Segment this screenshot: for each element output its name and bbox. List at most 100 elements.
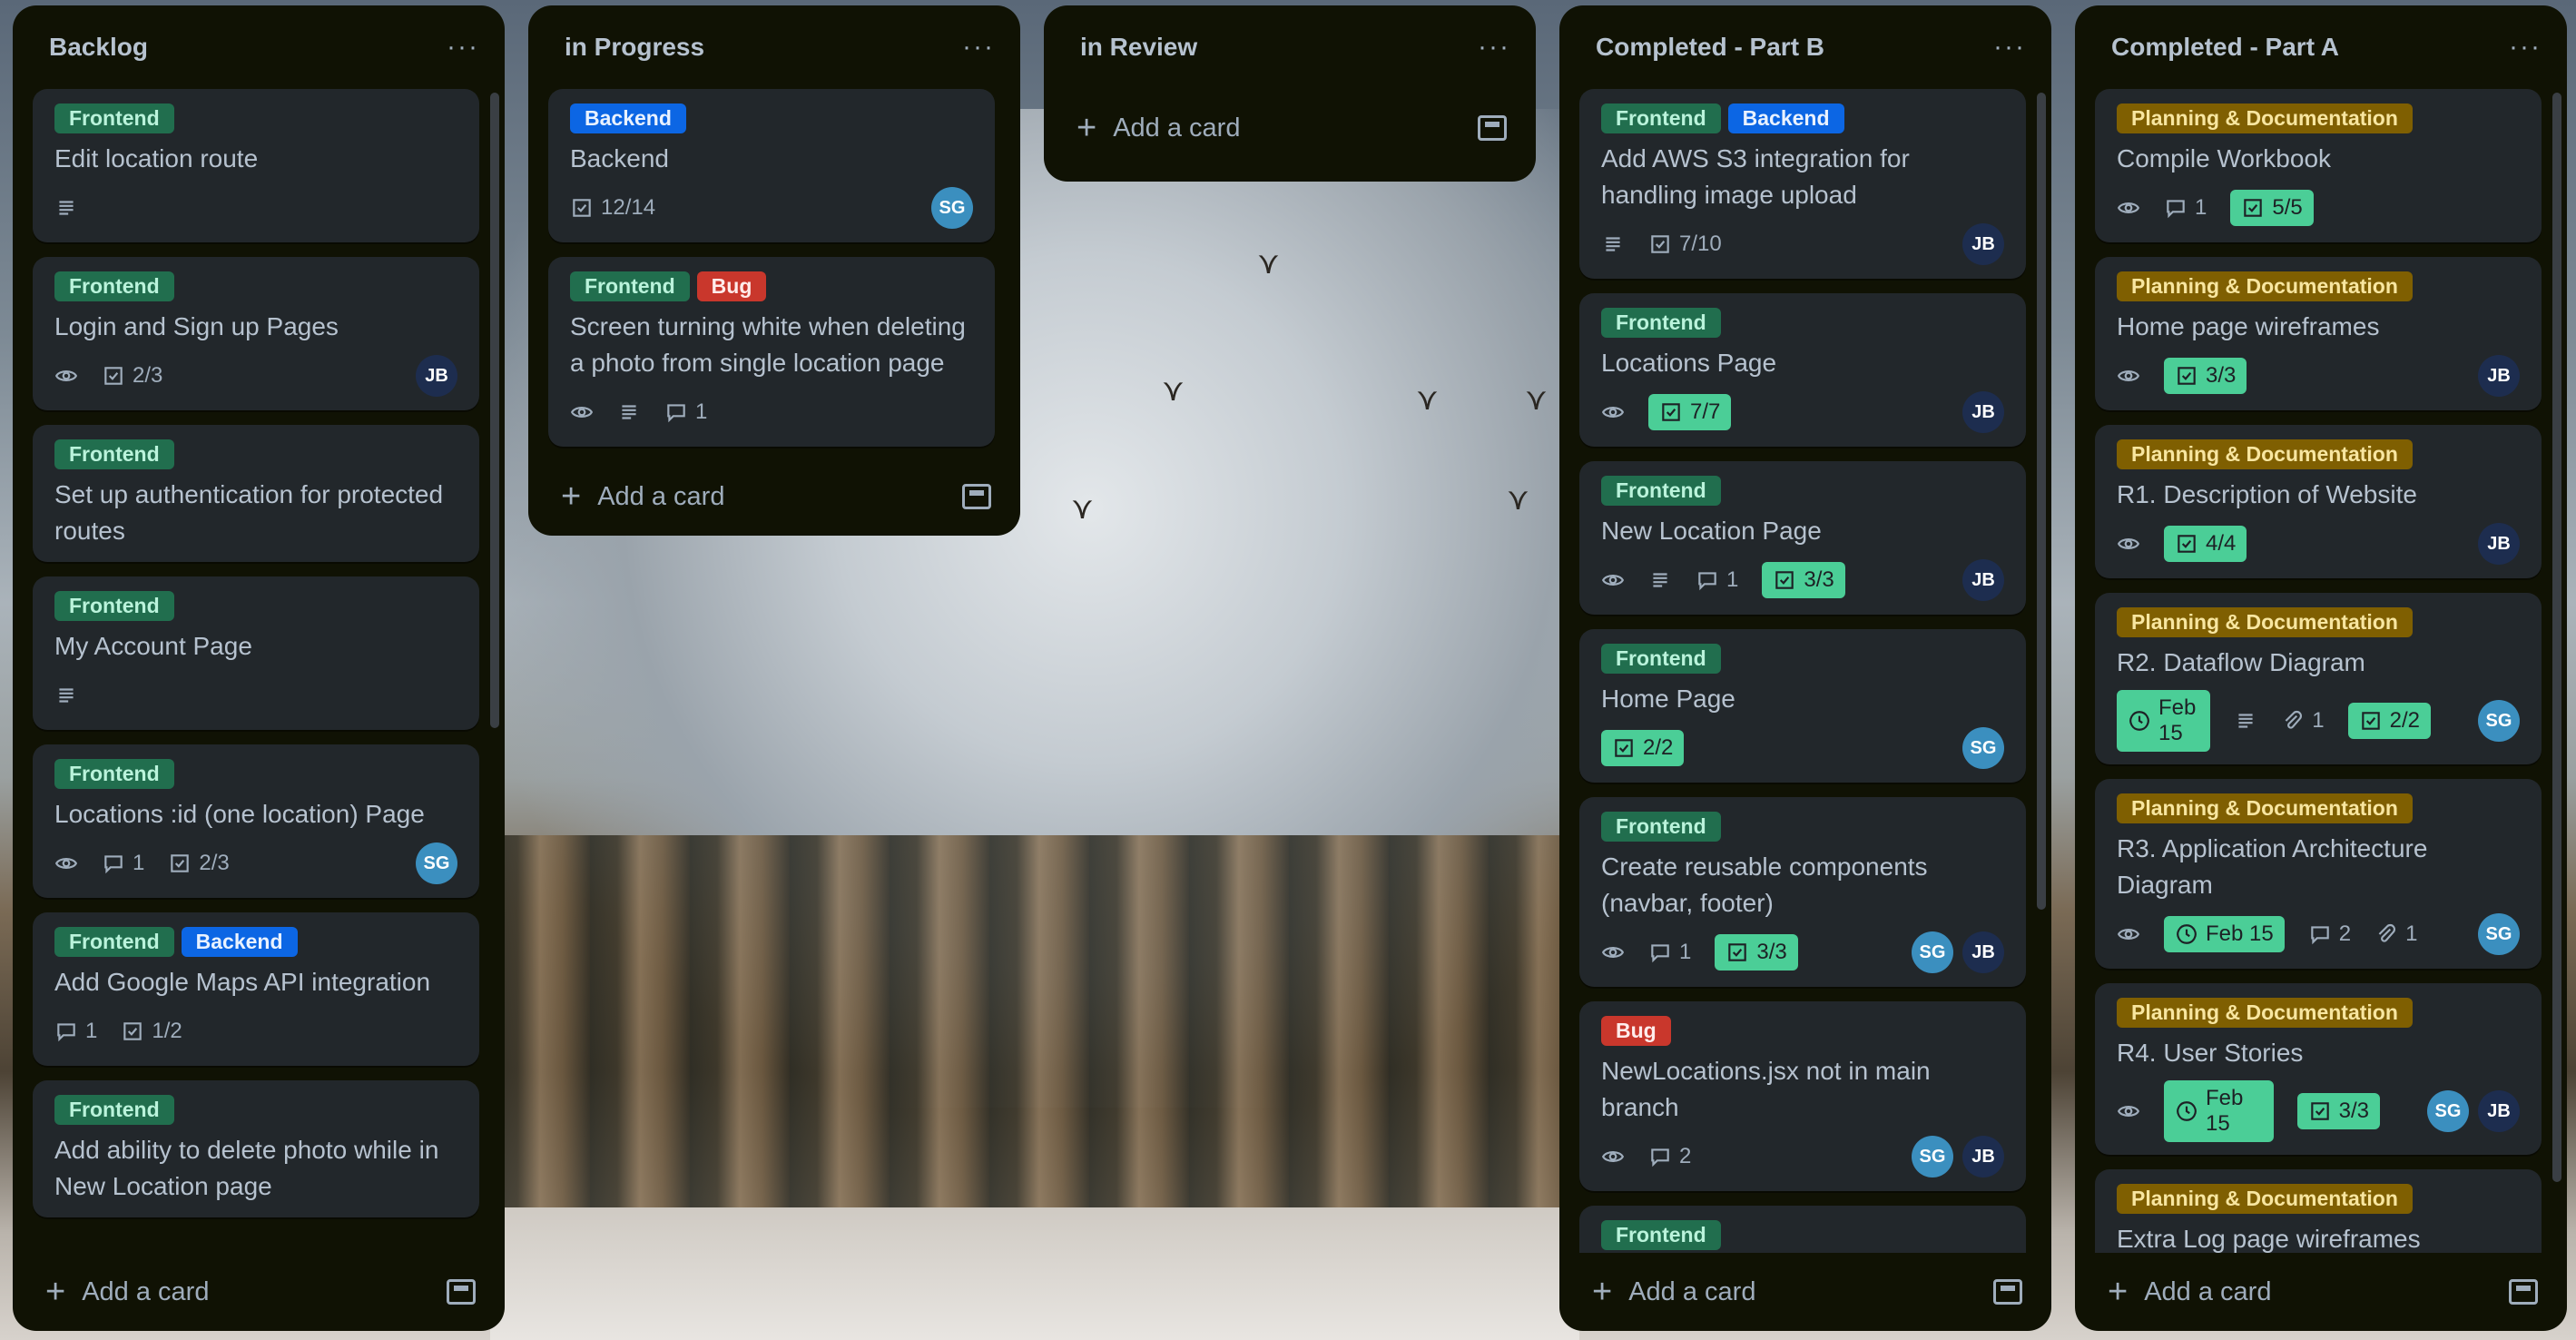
avatar[interactable]: JB — [1962, 1136, 2004, 1177]
label-backend[interactable]: Backend — [1727, 103, 1844, 133]
card[interactable]: Planning & Documentation Extra Log page w… — [2095, 1169, 2542, 1253]
avatar[interactable]: JB — [2478, 523, 2520, 565]
avatar[interactable]: JB — [1962, 391, 2004, 433]
card[interactable]: Frontend — [1579, 1206, 2026, 1253]
card-title: Home Page — [1601, 685, 1735, 713]
checklist-badge: 2/3 — [102, 363, 162, 389]
card[interactable]: Frontend Set up authentication for protec… — [33, 425, 479, 562]
avatar[interactable]: SG — [416, 842, 457, 884]
add-card-button[interactable]: + Add a card — [528, 458, 1020, 536]
card[interactable]: Frontend Add ability to delete photo whil… — [33, 1080, 479, 1217]
comments-badge-count: 1 — [1679, 940, 1692, 964]
list-title[interactable]: Backlog — [49, 33, 148, 62]
avatar[interactable]: JB — [1962, 223, 2004, 265]
card[interactable]: Planning & Documentation Compile Workbook… — [2095, 89, 2542, 242]
label-planning-documentation[interactable]: Planning & Documentation — [2117, 1184, 2413, 1214]
avatar[interactable]: JB — [1962, 559, 2004, 601]
label-planning-documentation[interactable]: Planning & Documentation — [2117, 439, 2413, 469]
label-planning-documentation[interactable]: Planning & Documentation — [2117, 793, 2413, 823]
avatar[interactable]: SG — [1962, 727, 2004, 769]
card[interactable]: Backend Backend 12/14 SG — [548, 89, 995, 242]
ellipsis-icon[interactable]: ··· — [962, 32, 995, 63]
add-card-button[interactable]: + Add a card — [1044, 89, 1536, 167]
label-backend[interactable]: Backend — [570, 103, 686, 133]
list-title[interactable]: Completed - Part B — [1596, 33, 1824, 62]
card[interactable]: Frontend Create reusable components (navb… — [1579, 797, 2026, 987]
label-planning-documentation[interactable]: Planning & Documentation — [2117, 998, 2413, 1028]
ellipsis-icon[interactable]: ··· — [447, 32, 479, 63]
card[interactable]: Frontend Backend Add AWS S3 integration fo… — [1579, 89, 2026, 279]
label-frontend[interactable]: Frontend — [570, 271, 690, 301]
add-card-button[interactable]: + Add a card — [13, 1253, 505, 1331]
list-scrollbar[interactable] — [2552, 93, 2561, 1182]
card[interactable]: Frontend Locations :id (one location) Pag… — [33, 744, 479, 898]
card[interactable]: Planning & Documentation R3. Application … — [2095, 779, 2542, 969]
template-icon[interactable] — [1478, 115, 1507, 141]
card[interactable]: Planning & Documentation R1. Description … — [2095, 425, 2542, 578]
avatar[interactable]: JB — [416, 355, 457, 397]
card[interactable]: Bug NewLocations.jsx not in main branch 2 S… — [1579, 1001, 2026, 1191]
label-frontend[interactable]: Frontend — [54, 591, 174, 621]
ellipsis-icon[interactable]: ··· — [2509, 32, 2542, 63]
watch-badge — [1601, 568, 1625, 592]
template-icon[interactable] — [962, 484, 991, 509]
card[interactable]: Frontend My Account Page — [33, 576, 479, 730]
list-scrollbar[interactable] — [490, 93, 499, 728]
template-icon[interactable] — [447, 1279, 476, 1305]
label-frontend[interactable]: Frontend — [54, 759, 174, 789]
avatar[interactable]: SG — [2427, 1090, 2469, 1132]
label-planning-documentation[interactable]: Planning & Documentation — [2117, 607, 2413, 637]
label-frontend[interactable]: Frontend — [1601, 308, 1721, 338]
list-title[interactable]: in Progress — [565, 33, 704, 62]
avatar[interactable]: JB — [2478, 355, 2520, 397]
avatar[interactable]: SG — [1912, 931, 1953, 973]
card[interactable]: Planning & Documentation Home page wirefr… — [2095, 257, 2542, 410]
card[interactable]: Frontend Edit location route — [33, 89, 479, 242]
card[interactable]: Frontend Login and Sign up Pages 2/3 JB — [33, 257, 479, 410]
card[interactable]: Planning & Documentation R2. Dataflow Dia… — [2095, 593, 2542, 764]
label-bug[interactable]: Bug — [696, 271, 767, 301]
label-frontend[interactable]: Frontend — [1601, 476, 1721, 506]
avatar[interactable]: SG — [2478, 913, 2520, 955]
card-title: Edit location route — [54, 144, 259, 172]
label-frontend[interactable]: Frontend — [1601, 103, 1721, 133]
avatar[interactable]: SG — [1912, 1136, 1953, 1177]
avatar[interactable]: SG — [2478, 700, 2520, 742]
label-frontend[interactable]: Frontend — [54, 103, 174, 133]
label-backend[interactable]: Backend — [181, 927, 298, 957]
list-scrollbar[interactable] — [2037, 93, 2046, 910]
card-badges: 7/7 JB — [1601, 390, 2004, 434]
avatar[interactable]: JB — [2478, 1090, 2520, 1132]
label-frontend[interactable]: Frontend — [54, 271, 174, 301]
checklist-icon — [1773, 568, 1796, 592]
comments-badge: 1 — [2164, 195, 2207, 221]
card-badges: Feb 15 3/3 SG JB — [2117, 1080, 2520, 1142]
add-card-button[interactable]: + Add a card — [2075, 1253, 2567, 1331]
list-title[interactable]: in Review — [1080, 33, 1197, 62]
label-frontend[interactable]: Frontend — [1601, 644, 1721, 674]
add-card-button[interactable]: + Add a card — [1559, 1253, 2051, 1331]
comment-icon — [1648, 941, 1672, 964]
avatar[interactable]: JB — [1962, 931, 2004, 973]
template-icon[interactable] — [1993, 1279, 2022, 1305]
avatar[interactable]: SG — [931, 187, 973, 229]
label-frontend[interactable]: Frontend — [54, 439, 174, 469]
template-icon[interactable] — [2509, 1279, 2538, 1305]
label-frontend[interactable]: Frontend — [1601, 1220, 1721, 1250]
label-bug[interactable]: Bug — [1601, 1016, 1671, 1046]
label-frontend[interactable]: Frontend — [54, 927, 174, 957]
label-frontend[interactable]: Frontend — [1601, 812, 1721, 842]
ellipsis-icon[interactable]: ··· — [1993, 32, 2026, 63]
plus-icon: + — [561, 477, 582, 516]
list-title[interactable]: Completed - Part A — [2111, 33, 2339, 62]
card[interactable]: Frontend New Location Page 1 3/3 JB — [1579, 461, 2026, 615]
card[interactable]: Frontend Bug Screen turning white when del… — [548, 257, 995, 447]
label-frontend[interactable]: Frontend — [54, 1095, 174, 1125]
label-planning-documentation[interactable]: Planning & Documentation — [2117, 271, 2413, 301]
label-planning-documentation[interactable]: Planning & Documentation — [2117, 103, 2413, 133]
card[interactable]: Planning & Documentation R4. User Stories… — [2095, 983, 2542, 1155]
card[interactable]: Frontend Locations Page 7/7 JB — [1579, 293, 2026, 447]
ellipsis-icon[interactable]: ··· — [1478, 32, 1510, 63]
card[interactable]: Frontend Backend Add Google Maps API integ… — [33, 912, 479, 1066]
card[interactable]: Frontend Home Page 2/2 SG — [1579, 629, 2026, 783]
